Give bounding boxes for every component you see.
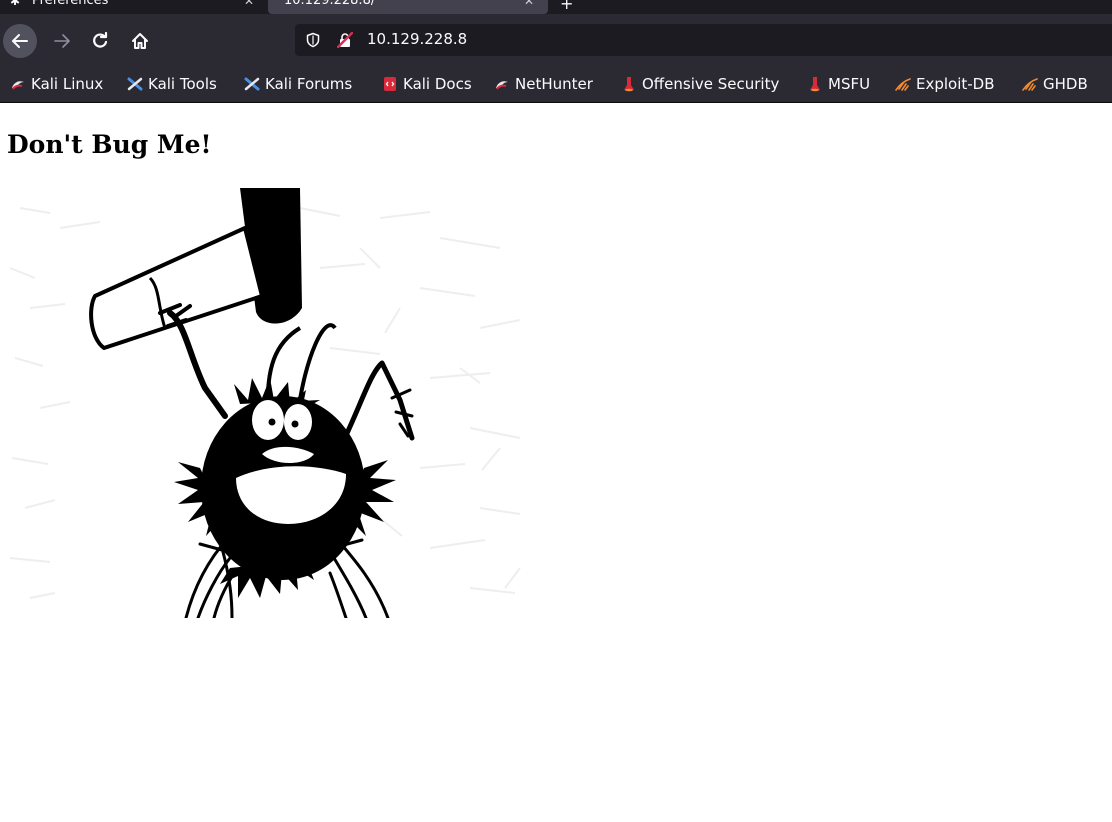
bookmark-label: GHDB xyxy=(1043,75,1088,93)
kali-dragon-icon xyxy=(12,81,24,90)
back-button[interactable] xyxy=(3,24,37,58)
bookmark-nethunter[interactable]: NetHunter xyxy=(494,74,593,94)
forward-button[interactable] xyxy=(46,25,78,57)
tab-preferences[interactable]: ✱ Preferences ✕ xyxy=(0,0,268,14)
home-button[interactable] xyxy=(124,25,156,57)
new-tab-icon[interactable]: + xyxy=(560,0,573,13)
arrow-right-icon xyxy=(54,34,70,48)
bookmark-offensive-security[interactable]: Offensive Security xyxy=(621,74,779,94)
nethunter-icon xyxy=(496,81,508,90)
ghdb-icon xyxy=(1022,78,1038,91)
bookmark-label: Kali Forums xyxy=(265,75,353,93)
bookmark-label: Kali Linux xyxy=(31,75,104,93)
offsec-icon xyxy=(624,77,634,92)
tab-current[interactable]: 10.129.228.8/ ✕ xyxy=(268,0,548,14)
bookmark-label: Exploit-DB xyxy=(916,75,995,93)
home-icon xyxy=(132,33,148,49)
url-text[interactable]: 10.129.228.8 xyxy=(367,30,467,48)
insecure-lock-icon[interactable] xyxy=(337,32,353,48)
page-content: Don't Bug Me! xyxy=(0,103,1112,822)
kali-docs-icon xyxy=(384,77,396,91)
bookmark-ghdb[interactable]: GHDB xyxy=(1022,74,1088,94)
url-bar[interactable]: 10.129.228.8 xyxy=(295,24,1112,56)
bug-with-hammer-illustration xyxy=(9,188,521,618)
browser-chrome: ✱ Preferences ✕ 10.129.228.8/ ✕ + 10.129… xyxy=(0,0,1112,103)
tab-strip: ✱ Preferences ✕ 10.129.228.8/ ✕ + xyxy=(0,0,1112,14)
bookmark-label: NetHunter xyxy=(515,75,593,93)
bookmark-kali-tools[interactable]: Kali Tools xyxy=(127,74,217,94)
bookmark-label: MSFU xyxy=(828,75,871,93)
page-title: Don't Bug Me! xyxy=(7,130,212,159)
tab-label: Preferences xyxy=(32,0,109,8)
close-icon[interactable]: ✕ xyxy=(244,0,254,8)
bookmark-kali-forums[interactable]: Kali Forums xyxy=(244,74,352,94)
bookmark-kali-docs[interactable]: Kali Docs xyxy=(382,74,472,94)
msfu-icon xyxy=(810,77,820,92)
bookmark-label: Offensive Security xyxy=(642,75,780,93)
kali-forums-icon xyxy=(244,77,260,91)
bookmark-kali-linux[interactable]: Kali Linux xyxy=(10,74,103,94)
gear-icon: ✱ xyxy=(10,0,21,8)
shield-icon[interactable] xyxy=(305,32,321,48)
bookmark-exploit-db[interactable]: Exploit-DB xyxy=(895,74,995,94)
exploit-db-icon xyxy=(895,78,911,91)
bookmark-msfu[interactable]: MSFU xyxy=(807,74,870,94)
bookmark-label: Kali Docs xyxy=(403,75,472,93)
arrow-left-icon xyxy=(12,34,28,48)
reload-button[interactable] xyxy=(84,25,116,57)
reload-icon xyxy=(93,32,108,48)
kali-tools-icon xyxy=(127,77,143,91)
bookmarks-bar: Kali Linux Kali Tools Kali Forums Kali D… xyxy=(0,66,1112,103)
close-icon[interactable]: ✕ xyxy=(524,0,534,8)
tab-label: 10.129.228.8/ xyxy=(284,0,376,8)
bookmark-label: Kali Tools xyxy=(148,75,217,93)
nav-toolbar: 10.129.228.8 xyxy=(0,14,1112,66)
